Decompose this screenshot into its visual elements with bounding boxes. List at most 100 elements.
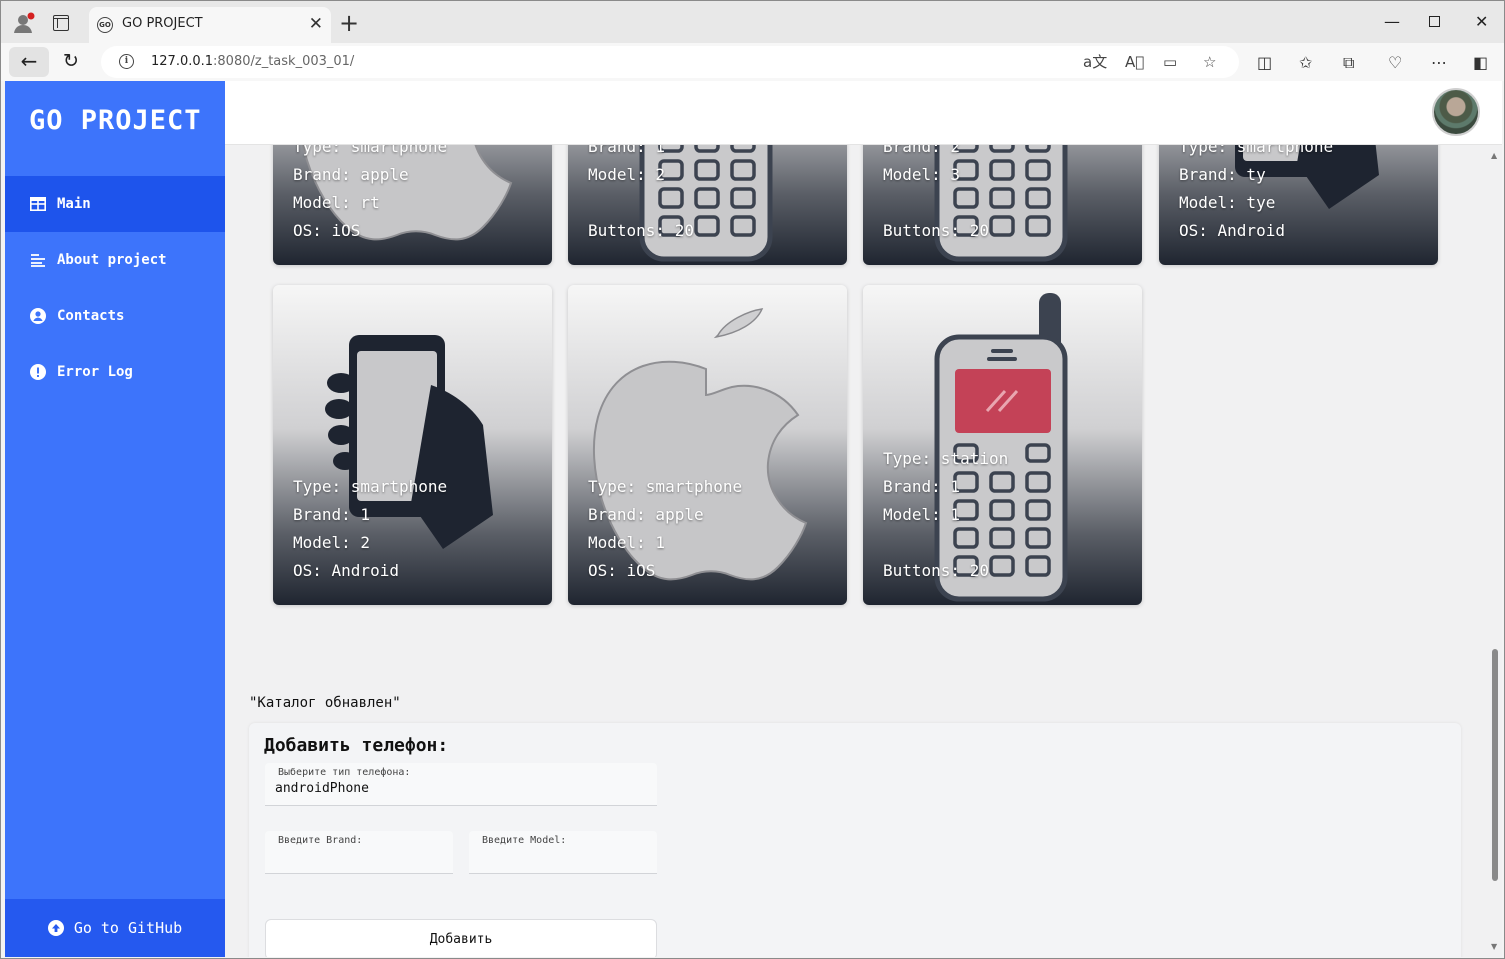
phone-card-line: Brand: 1 [293, 505, 371, 524]
phone-card-line: OS: Android [293, 561, 399, 580]
phone-card[interactable]: Type: smartphone Brand: ty Model: tye OS: A… [1159, 145, 1438, 265]
phone-card-details: Type: smartphone Brand: 1 Model: 2 OS: Andr… [293, 473, 447, 585]
phone-card-line: Model: rt [293, 193, 380, 212]
phone-card-line: Model: 3 [883, 165, 961, 184]
phone-card[interactable]: Type: smartphone Brand: 1 Model: 2 OS: Andr… [273, 285, 552, 605]
translate-icon[interactable]: a文 [1083, 52, 1107, 72]
sidebar-item-label: Contacts [57, 308, 125, 324]
new-tab-icon[interactable]: + [339, 9, 359, 37]
collections-icon[interactable]: ⧉ [1343, 53, 1354, 73]
grid-icon [29, 195, 47, 213]
phone-card-line: Buttons: 20 [883, 561, 989, 580]
phone-card-line: Brand: 1 [588, 145, 666, 156]
back-icon[interactable]: ← [9, 47, 49, 77]
browser-essentials-icon[interactable]: ♡ [1388, 53, 1402, 73]
scroll-up-icon[interactable]: ▲ [1491, 151, 1497, 160]
phone-card-line: Type: smartphone [293, 145, 448, 156]
phone-type-select[interactable]: Выберите тип телефона: androidPhone [265, 763, 657, 806]
phone-card-line: Buttons: 20 [883, 221, 989, 240]
more-options-icon[interactable]: ⋯ [1431, 53, 1447, 73]
sidebar: GO PROJECT Main About project Contacts E… [5, 81, 225, 957]
phone-card-line: OS: Android [1179, 221, 1285, 240]
brand-field[interactable]: Введите Brand: [265, 831, 453, 874]
profile-icon[interactable] [13, 12, 35, 34]
reload-icon[interactable]: ↻ [63, 47, 79, 75]
scrollbar-thumb[interactable] [1492, 649, 1498, 881]
sidebar-item-main[interactable]: Main [5, 176, 225, 232]
phone-card-line: Model: 1 [588, 533, 666, 552]
phone-card-line [588, 189, 713, 217]
brand-input[interactable] [275, 849, 445, 864]
phone-card[interactable]: Type: station Brand: 1 Model: 1 Buttons: 20 [863, 285, 1142, 605]
favorites-icon[interactable]: ✩ [1299, 53, 1312, 73]
phone-card-line: Buttons: 20 [588, 221, 694, 240]
model-input[interactable] [479, 849, 649, 864]
phone-card[interactable]: Type: stationBrand: 2Model: 3Buttons: 20 [863, 145, 1142, 265]
phone-card-line: Type: smartphone [1179, 145, 1334, 156]
read-aloud-icon[interactable]: A᪲ [1125, 52, 1144, 72]
address-bar: ← ↻ i 127.0.0.1:8080/z_task_003_01/ a文 A… [1, 43, 1504, 81]
model-label: Введите Model: [482, 835, 567, 846]
top-header [225, 81, 1502, 145]
phone-card-line: Model: 1 [883, 505, 961, 524]
sidebar-item-about-project[interactable]: About project [5, 232, 225, 288]
phone-card-line [883, 529, 1008, 557]
sidebar-item-error-log[interactable]: Error Log [5, 344, 225, 400]
phone-card-line: Type: smartphone [293, 477, 448, 496]
github-link[interactable]: Go to GitHub [5, 899, 225, 957]
arrow-up-circle-icon [47, 920, 64, 936]
page-scrollbar[interactable]: ▲ ▼ [1489, 145, 1502, 957]
split-screen-icon[interactable]: ◫ [1257, 53, 1272, 73]
sidebar-item-contacts[interactable]: Contacts [5, 288, 225, 344]
sidebar-item-label: About project [57, 252, 167, 268]
phone-card[interactable]: Type: smartphone Brand: apple Model: 1 OS: … [568, 285, 847, 605]
url-text[interactable]: 127.0.0.1:8080/z_task_003_01/ [151, 54, 354, 69]
add-phone-button[interactable]: Добавить [265, 919, 657, 957]
status-message: "Каталог обнавлен" [249, 695, 401, 711]
phone-card-details: Type: stationBrand: 1Model: 2Buttons: 20 [588, 145, 713, 245]
site-info-icon[interactable]: i [119, 54, 134, 69]
scroll-down-icon[interactable]: ▼ [1491, 942, 1497, 951]
phone-type-value: androidPhone [275, 781, 369, 796]
brand-label: Введите Brand: [278, 835, 363, 846]
phone-card-line: Model: 2 [588, 165, 666, 184]
phone-card-line: OS: iOS [293, 221, 361, 240]
favicon-icon: GO [97, 17, 113, 33]
favorite-star-icon[interactable]: ☆ [1203, 52, 1216, 72]
phone-card-line: Type: station [883, 449, 1009, 468]
alert-circle-icon [29, 363, 47, 381]
github-label: Go to GitHub [73, 919, 183, 937]
sidebar-item-label: Main [57, 196, 91, 212]
model-field[interactable]: Введите Model: [469, 831, 657, 874]
close-window-icon[interactable]: ✕ [1475, 10, 1488, 34]
phone-card-details: Type: smartphone Brand: apple Model: rt OS:… [293, 145, 447, 245]
sidebar-item-label: Error Log [57, 364, 133, 380]
phone-card-line: Model: tye [1179, 193, 1276, 212]
phone-card-details: Type: station Brand: 1 Model: 1 Buttons: 20 [883, 445, 1008, 585]
minimize-icon[interactable]: — [1384, 10, 1400, 34]
phone-card[interactable]: Type: smartphone Brand: apple Model: rt OS:… [273, 145, 552, 265]
web-page: GO PROJECT Main About project Contacts E… [5, 81, 1502, 957]
phone-card-line: Model: 2 [293, 533, 371, 552]
sidebar-toggle-icon[interactable]: ◧ [1473, 53, 1488, 73]
immersive-reader-icon[interactable]: ▭ [1163, 52, 1177, 72]
form-title: Добавить телефон: [264, 735, 449, 756]
user-circle-icon [29, 307, 47, 325]
phone-card-line: Brand: ty [1179, 165, 1266, 184]
url-field[interactable]: i 127.0.0.1:8080/z_task_003_01/ a文 A᪲ ▭ … [101, 46, 1239, 78]
maximize-icon[interactable] [1429, 10, 1440, 34]
phone-card-line: OS: iOS [588, 561, 656, 580]
tab-close-icon[interactable]: ✕ [309, 13, 323, 35]
browser-tab[interactable]: GO GO PROJECT ✕ [89, 7, 331, 43]
phone-card-line: Brand: 2 [883, 145, 961, 156]
main-content: Type: smartphone Brand: apple Model: rt OS:… [225, 145, 1489, 957]
tab-bar: GO GO PROJECT ✕ + — ✕ [1, 1, 1504, 43]
brand-logo[interactable]: GO PROJECT [29, 105, 202, 136]
phone-card-line: Brand: apple [588, 505, 704, 524]
phone-card[interactable]: Type: stationBrand: 1Model: 2Buttons: 20 [568, 145, 847, 265]
tab-actions-icon[interactable] [53, 15, 69, 31]
tab-title: GO PROJECT [122, 16, 203, 31]
avatar[interactable] [1432, 88, 1480, 136]
phone-card-line: Type: smartphone [588, 477, 743, 496]
phone-card-details: Type: smartphone Brand: ty Model: tye OS: A… [1179, 145, 1333, 245]
